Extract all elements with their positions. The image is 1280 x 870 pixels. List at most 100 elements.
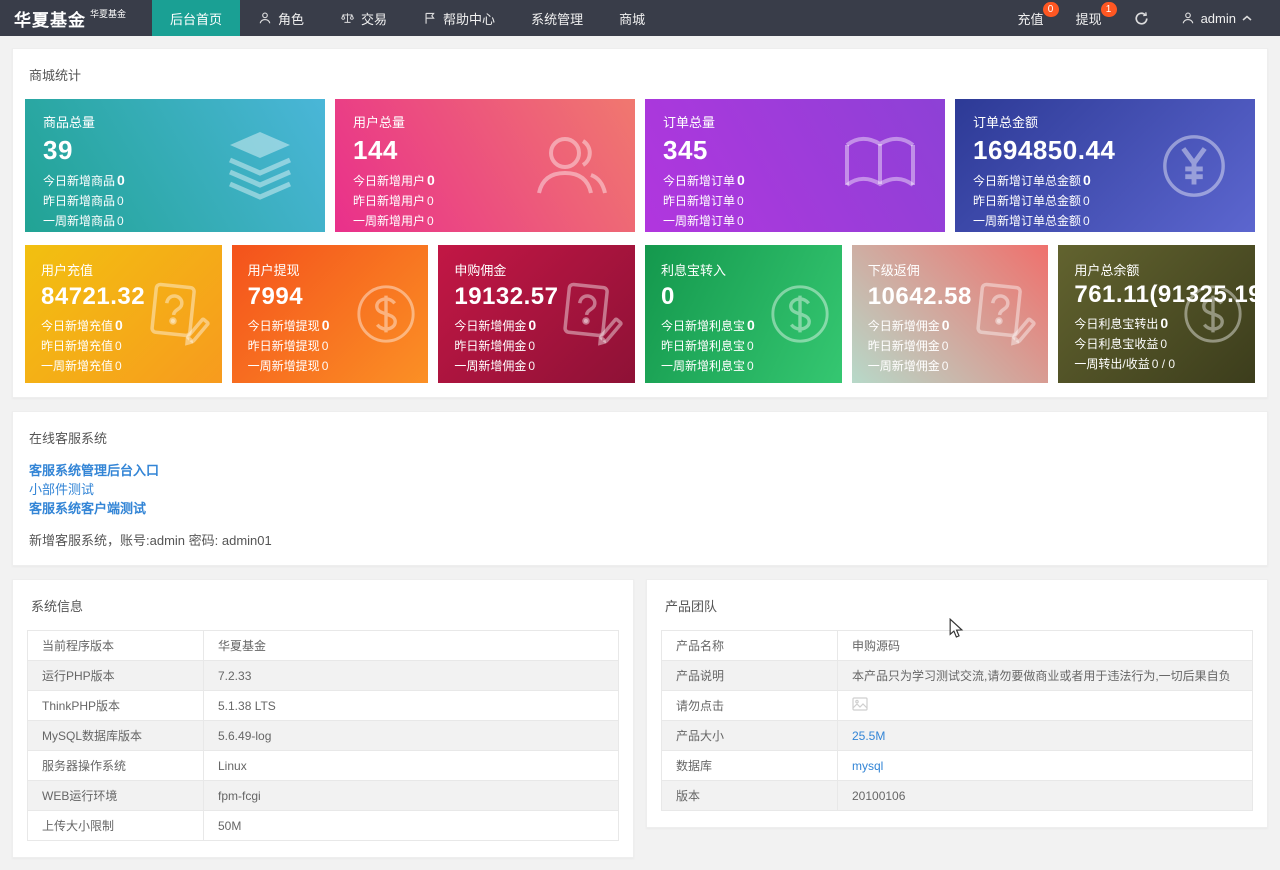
- nav-item-label: 帮助中心: [443, 11, 496, 27]
- refresh-icon: [1134, 11, 1149, 26]
- card-subline: 一周新增提现 0: [247, 359, 329, 373]
- nav-item-label: 后台首页: [170, 11, 223, 27]
- nav-item-home[interactable]: 后台首页: [152, 0, 241, 36]
- layers-icon: [221, 128, 299, 204]
- card-subline: 一周新增用户 0: [353, 214, 434, 228]
- big-cards-row: 商品总量 39 今日新增商品 0 昨日新增商品 0 一周新增商品 0 用户总量 144 今日新增用户…: [25, 99, 1255, 232]
- stat-card-rebate: 下级返佣 10642.58 今日新增佣金 0 昨日新增佣金 0 一周新增佣金 0: [851, 245, 1049, 383]
- dollar-circle-icon: [1181, 282, 1245, 346]
- recharge-button[interactable]: 充值 0: [1002, 0, 1060, 36]
- row-value: 华夏基金: [203, 630, 619, 661]
- stat-card-goods: 商品总量 39 今日新增商品 0 昨日新增商品 0 一周新增商品 0: [25, 99, 325, 232]
- table-row: 产品名称 申购源码: [661, 630, 1253, 661]
- table-row: 产品说明 本产品只为学习测试交流,请勿要做商业或者用于违法行为,一切后果自负: [661, 660, 1253, 691]
- card-subline: 一周新增订单 0: [663, 214, 744, 228]
- book-icon: [841, 135, 919, 197]
- card-title: 用户充值: [41, 263, 94, 278]
- table-row: 版本 20100106: [661, 780, 1253, 811]
- logo-text: 华夏基金: [14, 10, 86, 30]
- service-note: 新增客服系统，账号:admin 密码: admin01: [29, 533, 272, 548]
- row-label: 请勿点击: [661, 690, 838, 721]
- card-title: 利息宝转入: [661, 263, 727, 278]
- system-info-table: 当前程序版本 华夏基金 运行PHP版本 7.2.33 ThinkPHP版本 5.1.38 …: [27, 630, 619, 841]
- user-menu[interactable]: admin: [1165, 0, 1268, 36]
- row-value: fpm-fcgi: [203, 780, 619, 811]
- row-value: Linux: [203, 750, 619, 781]
- doc-question-icon: [555, 281, 625, 347]
- table-row: 请勿点击: [661, 690, 1253, 721]
- yen-circle-icon: [1159, 131, 1229, 201]
- stat-card-users: 用户总量 144 今日新增用户 0 昨日新增用户 0 一周新增用户 0: [335, 99, 635, 232]
- table-row: 产品大小 25.5M: [661, 720, 1253, 751]
- row-value: 25.5M: [837, 720, 1253, 751]
- stat-card-recharge: 用户充值 84721.32 今日新增充值 0 昨日新增充值 0 一周新增充值 0: [25, 245, 222, 383]
- row-label: 产品名称: [661, 630, 838, 661]
- refresh-button[interactable]: [1118, 0, 1165, 36]
- card-subline: 一周新增订单总金额 0: [973, 214, 1090, 228]
- row-label: 上传大小限制: [27, 810, 204, 841]
- table-row: WEB运行环境 fpm-fcgi: [27, 780, 619, 811]
- stat-card-orders: 订单总量 345 今日新增订单 0 昨日新增订单 0 一周新增订单 0: [645, 99, 945, 232]
- card-title: 用户提现: [247, 263, 300, 278]
- card-title: 用户总量: [353, 115, 406, 130]
- nav-item-roles[interactable]: 角色: [240, 0, 322, 36]
- card-title: 申购佣金: [454, 263, 507, 278]
- value-link[interactable]: mysql: [852, 759, 883, 773]
- card-subline: 一周新增利息宝 0: [661, 359, 754, 373]
- bottom-row: 系统信息 当前程序版本 华夏基金 运行PHP版本 7.2.33 ThinkPHP版本 5.…: [12, 579, 1268, 858]
- nav-right: 充值 0 提现 1 admin: [1002, 0, 1280, 36]
- scales-icon: [340, 11, 355, 25]
- row-label: WEB运行环境: [27, 780, 204, 811]
- service-link[interactable]: 客服系统管理后台入口: [29, 462, 1255, 480]
- row-label: 当前程序版本: [27, 630, 204, 661]
- card-title: 用户总余额: [1074, 263, 1140, 278]
- logo-sup-text: 华夏基金: [90, 8, 127, 19]
- withdraw-badge: 1: [1100, 2, 1117, 17]
- service-link[interactable]: 客服系统客户端测试: [29, 500, 1255, 518]
- service-panel: 在线客服系统 客服系统管理后台入口 小部件测试 客服系统客户端测试 新增客服系统，账…: [12, 411, 1268, 566]
- broken-image-icon: [852, 697, 868, 714]
- dollar-circle-icon: [768, 282, 832, 346]
- doc-question-icon: [142, 281, 212, 347]
- row-value: 本产品只为学习测试交流,请勿要做商业或者用于违法行为,一切后果自负: [837, 660, 1253, 691]
- table-row: 上传大小限制 50M: [27, 810, 619, 841]
- nav-item-help[interactable]: 帮助中心: [405, 0, 513, 36]
- stat-card-withdraw: 用户提现 7994 今日新增提现 0 昨日新增提现 0 一周新增提现 0: [231, 245, 429, 383]
- row-label: 运行PHP版本: [27, 660, 204, 691]
- recharge-label: 充值: [1017, 11, 1044, 27]
- stat-card-interest: 利息宝转入 0 今日新增利息宝 0 昨日新增利息宝 0 一周新增利息宝 0: [645, 245, 842, 383]
- card-subline: 一周新增充值 0: [41, 359, 122, 373]
- row-value: 5.6.49-log: [203, 720, 619, 751]
- card-subline: 一周新增佣金 0: [867, 359, 949, 373]
- chevron-up-icon: [1242, 15, 1252, 21]
- nav-item-mall[interactable]: 商城: [601, 0, 663, 36]
- nav-item-label: 系统管理: [531, 11, 584, 27]
- card-subline: 一周新增商品 0: [43, 214, 124, 228]
- table-row: 运行PHP版本 7.2.33: [27, 660, 619, 691]
- flag-icon: [423, 11, 437, 25]
- product-panel: 产品团队 产品名称 申购源码 产品说明 本产品只为学习测试交流,请勿要做商业或者用于违…: [646, 579, 1268, 828]
- nav-item-system[interactable]: 系统管理: [513, 0, 601, 36]
- nav-item-trade[interactable]: 交易: [322, 0, 405, 36]
- stat-card-order-amount: 订单总金额 1694850.44 今日新增订单总金额 0 昨日新增订单总金额 0 一周新增订…: [955, 99, 1255, 232]
- system-info-panel: 系统信息 当前程序版本 华夏基金 运行PHP版本 7.2.33 ThinkPHP版本 5.…: [12, 579, 634, 858]
- table-row: 服务器操作系统 Linux: [27, 750, 619, 781]
- value-link[interactable]: 25.5M: [852, 729, 885, 743]
- row-value: 20100106: [837, 780, 1253, 811]
- card-subline: 一周转出/收益 0 / 0: [1074, 357, 1176, 371]
- top-navbar: 华夏基金 华夏基金 后台首页 角色 交易 帮助中心 系统管理 商城 充值 0 提现 1: [0, 0, 1280, 36]
- system-info-title: 系统信息: [31, 599, 84, 614]
- person-icon: [258, 11, 272, 25]
- nav-item-label: 交易: [361, 11, 388, 27]
- doc-question-icon: [968, 281, 1038, 347]
- product-title: 产品团队: [665, 599, 718, 614]
- service-link[interactable]: 小部件测试: [29, 481, 1255, 499]
- stat-card-commission: 申购佣金 19132.57 今日新增佣金 0 昨日新增佣金 0 一周新增佣金 0: [438, 245, 636, 383]
- row-label: 版本: [661, 780, 838, 811]
- row-value: [837, 690, 1253, 721]
- app-logo: 华夏基金 华夏基金: [0, 0, 152, 36]
- stat-card-balance: 用户总余额 761.11(91325.19) 今日利息宝转出 0 今日利息宝收益 0 一周转…: [1058, 245, 1256, 383]
- stats-section-title: 商城统计: [29, 68, 82, 83]
- card-title: 订单总量: [663, 115, 716, 130]
- withdraw-button[interactable]: 提现 1: [1060, 0, 1118, 36]
